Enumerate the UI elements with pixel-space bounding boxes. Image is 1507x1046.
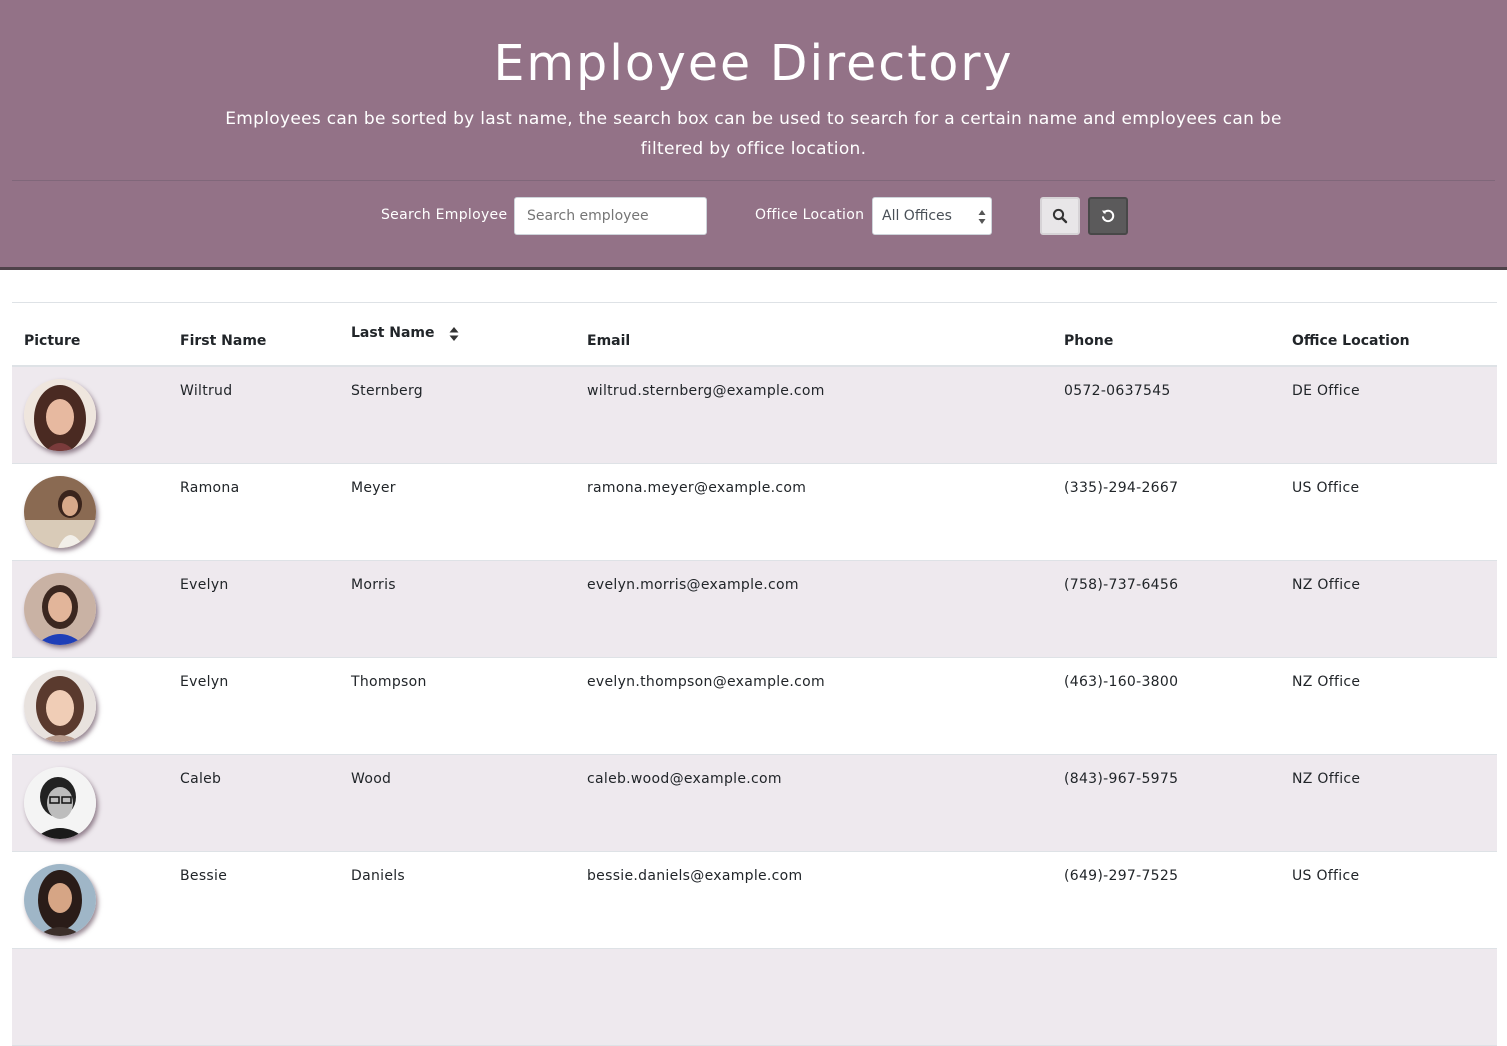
- email-cell: ramona.meyer@example.com: [587, 480, 807, 496]
- first-name-cell: Evelyn: [180, 674, 229, 690]
- office-location-label: Office Location: [755, 207, 865, 223]
- employee-avatar: [24, 379, 96, 451]
- phone-cell: 0572-0637545: [1064, 383, 1171, 399]
- search-icon: [1052, 208, 1068, 224]
- sort-icon[interactable]: [449, 327, 459, 341]
- phone-cell: (843)-967-5975: [1064, 771, 1179, 787]
- select-arrows-icon: [978, 210, 986, 224]
- office-location-cell: DE Office: [1292, 383, 1360, 399]
- first-name-cell: Caleb: [180, 771, 222, 787]
- phone-cell: (335)-294-2667: [1064, 480, 1179, 496]
- last-name-cell: Wood: [351, 771, 392, 787]
- office-location-cell: NZ Office: [1292, 674, 1361, 690]
- table-row: Ramona Meyer ramona.meyer@example.com (3…: [12, 464, 1497, 561]
- search-input[interactable]: [514, 197, 707, 235]
- first-name-cell: Evelyn: [180, 577, 229, 593]
- office-location-selected: All Offices: [882, 208, 952, 224]
- last-name-cell: Thompson: [351, 674, 427, 690]
- office-location-cell: NZ Office: [1292, 771, 1361, 787]
- phone-cell: (758)-737-6456: [1064, 577, 1179, 593]
- last-name-cell: Daniels: [351, 868, 406, 884]
- table-row: [12, 949, 1497, 1046]
- email-cell: evelyn.morris@example.com: [587, 577, 799, 593]
- reset-icon: [1101, 209, 1115, 223]
- search-button[interactable]: [1040, 197, 1080, 235]
- employee-table: Picture First Name Last Name Email Phone…: [12, 302, 1497, 1046]
- office-location-cell: US Office: [1292, 480, 1360, 496]
- column-header-office-location: Office Location: [1292, 333, 1410, 349]
- column-header-phone: Phone: [1064, 333, 1114, 349]
- email-cell: caleb.wood@example.com: [587, 771, 782, 787]
- last-name-cell: Meyer: [351, 480, 396, 496]
- email-cell: evelyn.thompson@example.com: [587, 674, 825, 690]
- employee-avatar: [24, 573, 96, 645]
- first-name-cell: Ramona: [180, 480, 240, 496]
- employee-avatar: [24, 476, 96, 548]
- employee-avatar: [24, 864, 96, 936]
- office-location-cell: NZ Office: [1292, 577, 1361, 593]
- office-location-select[interactable]: All Offices: [872, 197, 992, 235]
- phone-cell: (463)-160-3800: [1064, 674, 1179, 690]
- page-title: Employee Directory: [493, 35, 1014, 92]
- filter-controls: Search Employee Office Location All Offi…: [0, 197, 1507, 235]
- table-row: Evelyn Thompson evelyn.thompson@example.…: [12, 658, 1497, 755]
- table-row: Bessie Daniels bessie.daniels@example.co…: [12, 852, 1497, 949]
- table-row: Caleb Wood caleb.wood@example.com (843)-…: [12, 755, 1497, 852]
- email-cell: bessie.daniels@example.com: [587, 868, 803, 884]
- table-row: Wiltrud Sternberg wiltrud.sternberg@exam…: [12, 367, 1497, 464]
- first-name-cell: Bessie: [180, 868, 228, 884]
- column-header-last-name[interactable]: Last Name: [351, 325, 435, 341]
- table-row: Evelyn Morris evelyn.morris@example.com …: [12, 561, 1497, 658]
- header-divider: [12, 180, 1495, 181]
- reset-button[interactable]: [1088, 197, 1128, 235]
- first-name-cell: Wiltrud: [180, 383, 233, 399]
- column-header-email: Email: [587, 333, 631, 349]
- phone-cell: (649)-297-7525: [1064, 868, 1179, 884]
- column-header-picture: Picture: [24, 333, 81, 349]
- table-header: Picture First Name Last Name Email Phone…: [12, 303, 1497, 367]
- last-name-cell: Morris: [351, 577, 396, 593]
- page-description: Employees can be sorted by last name, th…: [225, 109, 1282, 159]
- office-location-cell: US Office: [1292, 868, 1360, 884]
- email-cell: wiltrud.sternberg@example.com: [587, 383, 825, 399]
- column-header-first-name: First Name: [180, 333, 267, 349]
- employee-avatar: [24, 670, 96, 742]
- last-name-cell: Sternberg: [351, 383, 423, 399]
- page-header: Employee Directory Employees can be sort…: [0, 0, 1507, 270]
- search-label: Search Employee: [381, 207, 508, 223]
- employee-avatar: [24, 767, 96, 839]
